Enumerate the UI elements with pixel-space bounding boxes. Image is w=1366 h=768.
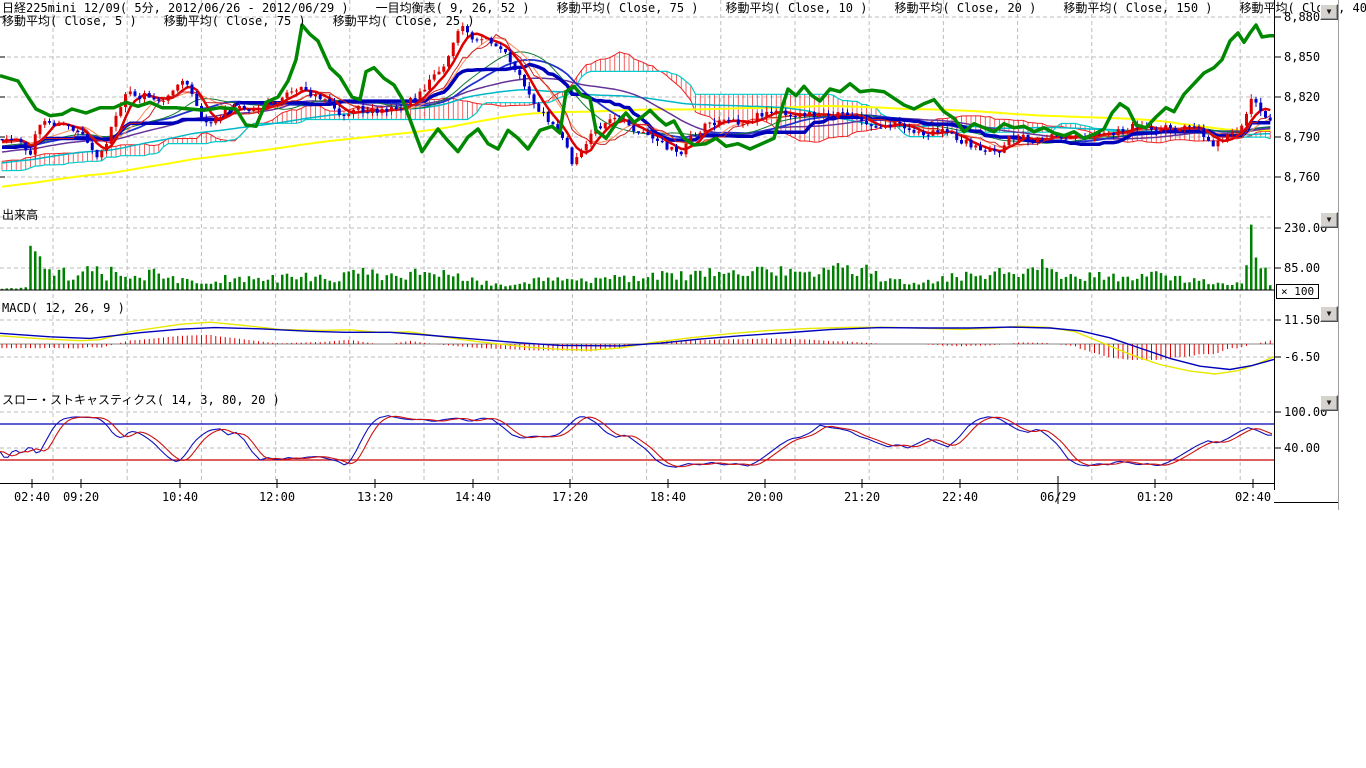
y-axis-tick-label: 8,880 <box>1284 11 1320 23</box>
chevron-down-icon: ▼ <box>1327 216 1332 224</box>
x-axis-tick-label: 09:20 <box>58 491 104 503</box>
legend-item: 一目均衡表( 9, 26, 52 ) <box>376 2 530 14</box>
chevron-down-icon: ▼ <box>1327 399 1332 407</box>
x-axis-tick-label: 22:40 <box>937 491 983 503</box>
price-scale-dropdown-button[interactable]: ▼ <box>1320 4 1338 20</box>
x-axis-tick-label: 14:40 <box>450 491 496 503</box>
y-axis-tick-label: -6.50 <box>1284 351 1320 363</box>
x-axis-tick-label: 02:40 <box>1230 491 1276 503</box>
y-axis-tick-label: 40.00 <box>1284 442 1320 454</box>
legend-item: 移動平均( Close, 25 ) <box>333 15 475 27</box>
x-axis-tick-label: 06/29 <box>1035 491 1081 503</box>
volume-scale-dropdown-button[interactable]: ▼ <box>1320 212 1338 228</box>
x-axis-tick-label: 02:40 <box>9 491 55 503</box>
chart-canvas[interactable] <box>0 0 1366 520</box>
y-axis-tick-label: 8,820 <box>1284 91 1320 103</box>
chart-application-window: 日経225mini 12/09( 5分, 2012/06/26 - 2012/0… <box>0 0 1366 768</box>
legend-item: 日経225mini 12/09( 5分, 2012/06/26 - 2012/0… <box>2 2 349 14</box>
volume-panel-label: 出来高 <box>2 209 38 222</box>
y-axis-tick-label: 85.00 <box>1284 262 1320 274</box>
legend-item: 移動平均( Close, 150 ) <box>1063 2 1212 14</box>
chart-legend-line2: 移動平均( Close, 5 ) 移動平均( Close, 75 ) 移動平均( C… <box>2 15 475 27</box>
x-axis-tick-label: 01:20 <box>1132 491 1178 503</box>
y-axis-tick-label: 8,790 <box>1284 131 1320 143</box>
x-axis-tick-label: 17:20 <box>547 491 593 503</box>
macd-panel-label: MACD( 12, 26, 9 ) <box>2 302 125 315</box>
x-axis-tick-label: 13:20 <box>352 491 398 503</box>
x-axis-tick-label: 10:40 <box>157 491 203 503</box>
chevron-down-icon: ▼ <box>1327 310 1332 318</box>
x-axis-tick-label: 20:00 <box>742 491 788 503</box>
legend-item: 移動平均( Close, 10 ) <box>726 2 868 14</box>
chart-legend-line1: 日経225mini 12/09( 5分, 2012/06/26 - 2012/0… <box>2 2 1366 14</box>
legend-item: 移動平均( Close, 75 ) <box>164 15 306 27</box>
y-axis-tick-label: 8,850 <box>1284 51 1320 63</box>
x-axis-tick-label: 21:20 <box>839 491 885 503</box>
stochastics-scale-dropdown-button[interactable]: ▼ <box>1320 395 1338 411</box>
volume-multiplier-badge: × 100 <box>1276 284 1319 299</box>
macd-scale-dropdown-button[interactable]: ▼ <box>1320 306 1338 322</box>
legend-item: 移動平均( Close, 5 ) <box>2 15 137 27</box>
stochastics-panel-label: スロー・ストキャスティクス( 14, 3, 80, 20 ) <box>2 394 280 407</box>
y-axis-tick-label: 11.50 <box>1284 314 1320 326</box>
chevron-down-icon: ▼ <box>1327 8 1332 16</box>
legend-item: 移動平均( Close, 75 ) <box>557 2 699 14</box>
x-axis-tick-label: 18:40 <box>645 491 691 503</box>
x-axis-tick-label: 12:00 <box>254 491 300 503</box>
y-axis-tick-label: 8,760 <box>1284 171 1320 183</box>
legend-item: 移動平均( Close, 20 ) <box>894 2 1036 14</box>
